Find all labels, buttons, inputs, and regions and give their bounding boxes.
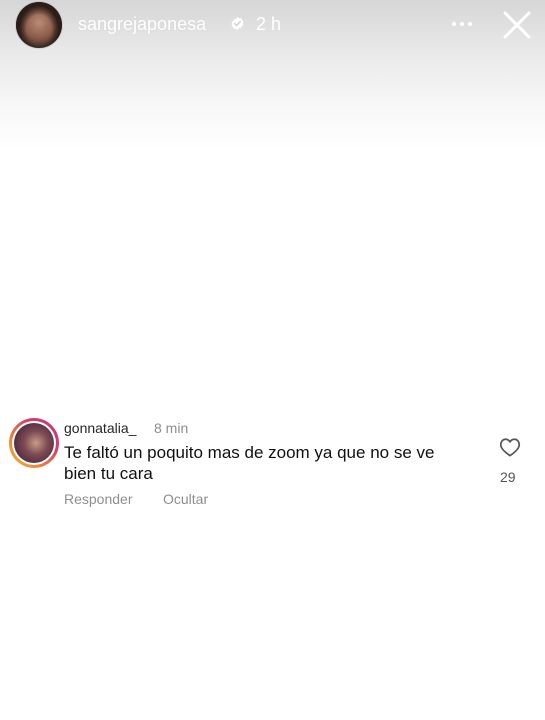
avatar-hair-shading xyxy=(16,2,62,48)
story-header: sangrejaponesa 2 h xyxy=(0,0,545,50)
comment-text: Te faltó un poquito mas de zoom ya que n… xyxy=(64,443,435,483)
commenter-username[interactable]: gonnatalia_ xyxy=(64,420,136,436)
story-time: 2 h xyxy=(256,14,282,34)
more-options-icon[interactable] xyxy=(450,14,474,34)
like-count: 29 xyxy=(500,469,516,485)
avatar-photo xyxy=(14,423,54,463)
heart-icon[interactable] xyxy=(499,437,521,457)
verified-badge-icon xyxy=(231,16,244,31)
comment-time: 8 min xyxy=(154,420,189,436)
reply-button[interactable]: Responder xyxy=(64,491,133,507)
commenter-avatar[interactable] xyxy=(9,418,59,468)
story-avatar[interactable] xyxy=(16,2,62,48)
hide-button[interactable]: Ocultar xyxy=(163,491,208,507)
close-icon[interactable] xyxy=(500,8,534,42)
story-username[interactable]: sangrejaponesa xyxy=(78,14,206,35)
comment: gonnatalia_ 8 min Te faltó un poquito ma… xyxy=(0,410,545,520)
